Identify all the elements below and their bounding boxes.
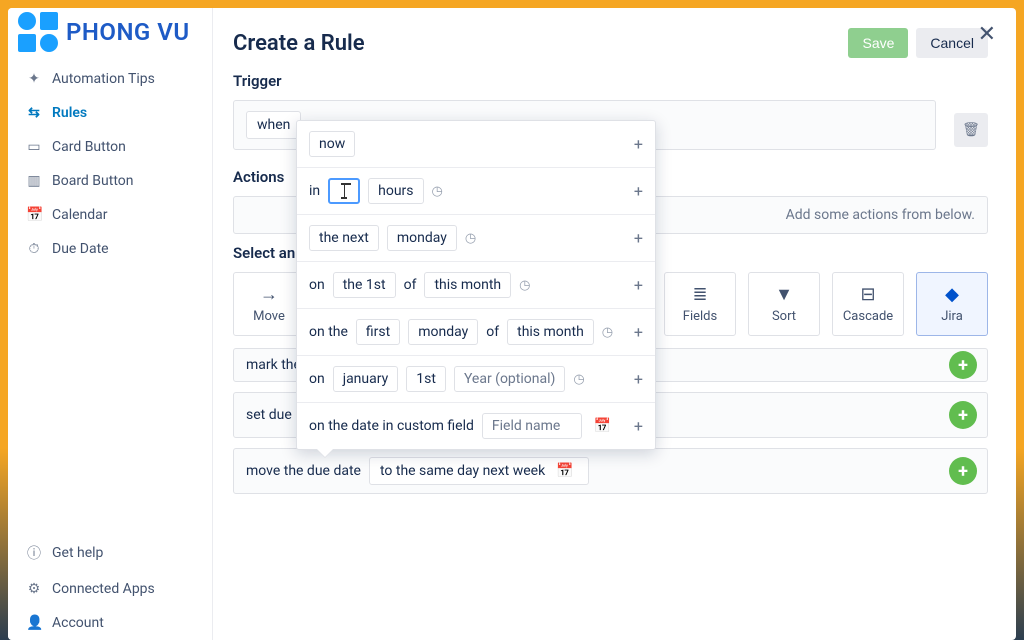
add-action-button[interactable]: + — [949, 351, 977, 379]
sidebar-item-board-button[interactable]: ▥ Board Button — [8, 164, 212, 198]
token-day[interactable]: 1st — [406, 366, 446, 392]
clock-icon: ◷ — [432, 184, 443, 199]
hours-input[interactable] — [328, 178, 360, 204]
popover-row-next-weekday[interactable]: the next monday ◷ + — [297, 215, 655, 262]
plus-icon[interactable]: + — [634, 323, 643, 342]
tile-label: Sort — [772, 309, 796, 324]
trash-icon: 🗑 — [962, 122, 980, 138]
sidebar-item-label: Automation Tips — [52, 71, 155, 87]
tile-label: Cascade — [843, 309, 893, 324]
tile-jira[interactable]: ◆ Jira — [916, 272, 988, 336]
section-trigger-label: Trigger — [233, 72, 988, 90]
sliders-icon: ⇆ — [26, 105, 42, 121]
sort-icon: ▼ — [775, 284, 793, 305]
token-month[interactable]: january — [333, 366, 399, 392]
clock-icon: ⏱ — [26, 241, 42, 257]
token-unit[interactable]: hours — [368, 178, 423, 204]
list-icon: ≣ — [692, 284, 707, 305]
save-button[interactable]: Save — [848, 28, 908, 58]
tile-label: Fields — [683, 309, 717, 324]
info-icon: ⓘ — [26, 543, 42, 563]
tile-move[interactable]: → Move — [233, 272, 305, 336]
sidebar-item-label: Connected Apps — [52, 581, 155, 597]
delete-trigger-button[interactable]: 🗑 — [954, 113, 988, 147]
sidebar-item-label: Due Date — [52, 241, 109, 257]
token-the-next[interactable]: the next — [309, 225, 379, 251]
user-icon: 👤 — [26, 615, 42, 631]
sidebar-item-connected-apps[interactable]: ⚙ Connected Apps — [8, 572, 212, 606]
popover-row-custom-field[interactable]: on the date in custom field Field name 📅… — [297, 403, 655, 449]
sidebar-item-label: Account — [52, 615, 104, 631]
add-action-button[interactable]: + — [949, 401, 977, 429]
sidebar-item-card-button[interactable]: ▭ Card Button — [8, 130, 212, 164]
plus-icon[interactable]: + — [634, 276, 643, 295]
card-text: move the due date — [246, 463, 361, 479]
brand-logo: PHONG VU — [18, 10, 196, 54]
token-day[interactable]: the 1st — [333, 272, 396, 298]
token-month[interactable]: this month — [424, 272, 511, 298]
calendar-icon: 📅 — [552, 463, 577, 479]
sidebar-item-calendar[interactable]: 📅 Calendar — [8, 198, 212, 232]
sidebar-item-label: Card Button — [52, 139, 126, 155]
date-picker-popover: now + in hours ◷ + the next monday ◷ + o… — [296, 120, 656, 450]
clock-icon: ◷ — [519, 278, 530, 293]
popover-row-nth-of-month[interactable]: on the 1st of this month ◷ + — [297, 262, 655, 309]
plus-icon[interactable]: + — [634, 135, 643, 154]
token-ordinal[interactable]: first — [356, 319, 400, 345]
action-card-move-due: move the due date to the same day next w… — [233, 448, 988, 494]
sidebar-item-label: Get help — [52, 545, 103, 561]
close-icon[interactable]: ✕ — [978, 22, 996, 47]
card-text: set due — [246, 407, 292, 423]
token-weekday[interactable]: monday — [387, 225, 457, 251]
popover-row-nth-weekday-of-month[interactable]: on the first monday of this month ◷ + — [297, 309, 655, 356]
sparkle-icon: ✦ — [26, 71, 42, 87]
token-now[interactable]: now — [309, 131, 355, 157]
tile-cascade[interactable]: ⊟ Cascade — [832, 272, 904, 336]
field-name-input[interactable]: Field name — [482, 413, 582, 439]
sidebar-item-automation-tips[interactable]: ✦ Automation Tips — [8, 62, 212, 96]
clock-icon: ◷ — [465, 231, 476, 246]
plus-icon[interactable]: + — [634, 417, 643, 436]
token-month[interactable]: this month — [507, 319, 594, 345]
calendar-icon: 📅 — [590, 418, 615, 434]
clock-icon: ◷ — [573, 372, 584, 387]
add-action-button[interactable]: + — [949, 457, 977, 485]
popover-row-in-hours[interactable]: in hours ◷ + — [297, 168, 655, 215]
plus-icon[interactable]: + — [634, 182, 643, 201]
plus-icon[interactable]: + — [634, 229, 643, 248]
actions-placeholder: Add some actions from below. — [786, 207, 975, 223]
plus-icon[interactable]: + — [634, 370, 643, 389]
page-title: Create a Rule — [233, 31, 365, 56]
calendar-icon: 📅 — [26, 207, 42, 223]
move-due-value[interactable]: to the same day next week 📅 — [369, 457, 589, 485]
sidebar-item-due-date[interactable]: ⏱ Due Date — [8, 232, 212, 266]
token-weekday[interactable]: monday — [408, 319, 478, 345]
tile-fields[interactable]: ≣ Fields — [664, 272, 736, 336]
card-text: mark the — [246, 357, 301, 373]
sidebar-item-rules[interactable]: ⇆ Rules — [8, 96, 212, 130]
jira-icon: ◆ — [945, 284, 959, 305]
tile-label: Jira — [941, 309, 963, 324]
sidebar-item-label: Rules — [52, 105, 87, 121]
popover-row-now[interactable]: now + — [297, 121, 655, 168]
sidebar-item-account[interactable]: 👤 Account — [8, 606, 212, 640]
when-chip[interactable]: when — [246, 111, 301, 139]
cascade-icon: ⊟ — [860, 284, 875, 305]
tile-label: Move — [253, 309, 285, 324]
sidebar-item-get-help[interactable]: ⓘ Get help — [8, 534, 212, 572]
arrow-right-icon: → — [260, 284, 278, 305]
sidebar: ✦ Automation Tips ⇆ Rules ▭ Card Button … — [8, 8, 213, 640]
sidebar-item-label: Board Button — [52, 173, 133, 189]
sidebar-item-label: Calendar — [52, 207, 108, 223]
year-input[interactable]: Year (optional) — [454, 366, 565, 392]
clock-icon: ◷ — [602, 325, 613, 340]
popover-row-specific-date[interactable]: on january 1st Year (optional) ◷ + — [297, 356, 655, 403]
tile-sort[interactable]: ▼ Sort — [748, 272, 820, 336]
gear-icon: ⚙ — [26, 581, 42, 597]
card-icon: ▭ — [26, 139, 42, 155]
board-icon: ▥ — [26, 173, 42, 189]
